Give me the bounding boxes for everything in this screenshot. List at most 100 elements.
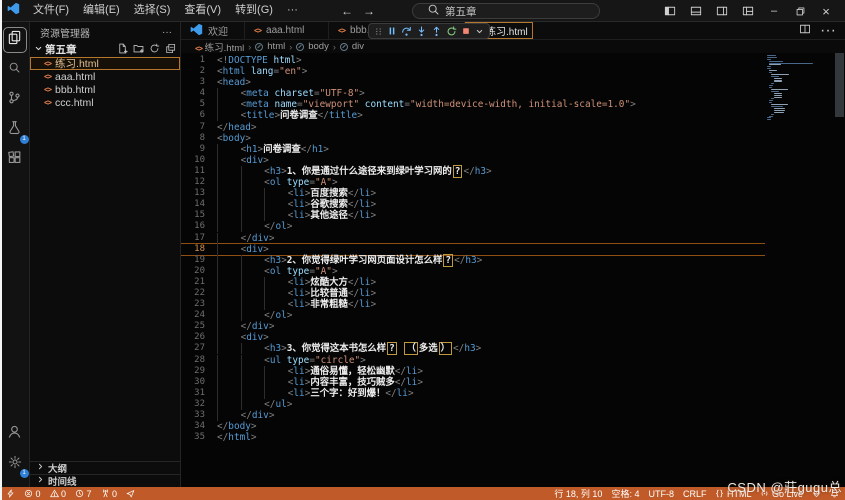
refresh-icon[interactable]	[149, 43, 160, 57]
status-left-6-send[interactable]	[126, 489, 135, 498]
code-line-18[interactable]: 18 <div>	[181, 244, 765, 255]
command-center-search[interactable]: 第五章	[412, 3, 600, 19]
restore-icon[interactable]	[789, 1, 811, 21]
customize-layout-icon[interactable]	[737, 1, 759, 21]
run-debug-icon[interactable]: 1	[3, 117, 27, 143]
status-right-1[interactable]: 行 18, 列 10	[554, 487, 602, 500]
explorer-icon[interactable]	[3, 27, 27, 53]
code-line-23[interactable]: 23 <li>非常粗糙</li>	[181, 299, 765, 310]
toggle-secondary-sidebar-icon[interactable]	[711, 1, 733, 21]
minimap[interactable]	[767, 55, 833, 121]
menu-item-1[interactable]: 文件(F)	[26, 0, 76, 21]
account-icon[interactable]	[3, 421, 27, 447]
code-line-25[interactable]: 25 </div>	[181, 321, 765, 332]
minimize-icon[interactable]: –	[763, 1, 785, 21]
code-line-32[interactable]: 32 </ul>	[181, 399, 765, 410]
outline-panel-header[interactable]: 大纲	[30, 461, 180, 474]
file-item-3[interactable]: <>bbb.html	[30, 83, 180, 96]
new-folder-icon[interactable]	[133, 43, 144, 57]
code-line-2[interactable]: 2<html lang="en">	[181, 66, 765, 77]
menu-item-3[interactable]: 选择(S)	[127, 0, 178, 21]
code-line-10[interactable]: 10 <div>	[181, 155, 765, 166]
close-icon[interactable]: ×	[815, 1, 837, 21]
code-line-8[interactable]: 8<body>	[181, 133, 765, 144]
code-line-19[interactable]: 19 <h3>2、你觉得绿叶学习网页面设计怎么样?</h3>	[181, 255, 765, 266]
search-sidebar-icon[interactable]	[3, 57, 27, 83]
settings-gear-icon[interactable]: 1	[3, 451, 27, 477]
toggle-panel-icon[interactable]	[685, 1, 707, 21]
code-line-13[interactable]: 13 <li>百度搜索</li>	[181, 188, 765, 199]
tab-2[interactable]: <>aaa.html	[245, 22, 329, 39]
editor-more-actions-icon[interactable]: ···	[820, 22, 836, 40]
status-left-3-warning[interactable]: 0	[50, 489, 67, 499]
menu-item-5[interactable]: 转到(G)	[228, 0, 280, 21]
code-line-20[interactable]: 20 <ol type="A">	[181, 266, 765, 277]
status-left-4-clock[interactable]: 7	[75, 489, 92, 499]
toggle-sidebar-icon[interactable]	[659, 1, 681, 21]
code-line-5[interactable]: 5 <meta name="viewport" content="width=d…	[181, 99, 765, 110]
code-line-29[interactable]: 29 <li>通俗易懂，轻松幽默</li>	[181, 366, 765, 377]
menu-item-4[interactable]: 查看(V)	[177, 0, 228, 21]
code-editor[interactable]: 1<!DOCTYPE html>2<html lang="en">3<head>…	[181, 53, 845, 487]
file-item-1[interactable]: <>练习.html	[30, 57, 180, 70]
code-line-14[interactable]: 14 <li>谷歌搜索</li>	[181, 199, 765, 210]
stop-dropdown-icon[interactable]	[475, 27, 484, 36]
step-over-icon[interactable]	[401, 26, 412, 37]
status-left-5-tower[interactable]: 0	[101, 489, 118, 499]
code-line-4[interactable]: 4 <meta charset="UTF-8">	[181, 88, 765, 99]
step-out-icon[interactable]	[431, 26, 442, 37]
code-line-27[interactable]: 27 <h3>3、你觉得这本书怎么样? （多选）</h3>	[181, 343, 765, 354]
status-right-4[interactable]: CRLF	[683, 489, 707, 499]
code-line-12[interactable]: 12 <ol type="A">	[181, 177, 765, 188]
status-label: 行 18, 列 10	[554, 487, 602, 500]
code-line-11[interactable]: 11 <h3>1、你是通过什么途径来到绿叶学习网的?</h3>	[181, 166, 765, 177]
stop-icon[interactable]	[461, 26, 471, 36]
nav-forward-icon[interactable]: →	[363, 4, 375, 18]
tab-1[interactable]: 欢迎	[181, 22, 245, 39]
breadcrumb-item[interactable]: body	[308, 41, 329, 52]
explorer-more-actions-icon[interactable]: ···	[162, 27, 172, 38]
status-right-2[interactable]: 空格: 4	[611, 487, 639, 500]
restart-icon[interactable]	[446, 26, 457, 37]
new-file-icon[interactable]	[117, 43, 128, 57]
status-left-1-remote[interactable]	[6, 489, 15, 498]
code-line-28[interactable]: 28 <ul type="circle">	[181, 355, 765, 366]
file-item-4[interactable]: <>ccc.html	[30, 96, 180, 109]
scrollbar[interactable]	[834, 53, 845, 487]
breadcrumb-item[interactable]: html	[267, 41, 285, 52]
breadcrumb-file[interactable]: 练习.html	[205, 43, 245, 54]
file-item-2[interactable]: <>aaa.html	[30, 70, 180, 83]
step-into-icon[interactable]	[416, 26, 427, 37]
code-line-31[interactable]: 31 <li>三个字：好到爆！</li>	[181, 388, 765, 399]
code-line-3[interactable]: 3<head>	[181, 77, 765, 88]
code-line-9[interactable]: 9 <h1>问卷调查</h1>	[181, 144, 765, 155]
code-line-17[interactable]: 17 </div>	[181, 233, 765, 244]
code-line-33[interactable]: 33 </div>	[181, 410, 765, 421]
menu-item-2[interactable]: 编辑(E)	[76, 0, 127, 21]
code-line-21[interactable]: 21 <li>炫酷大方</li>	[181, 277, 765, 288]
breadcrumb-item[interactable]: div	[352, 41, 364, 52]
menu-item-6[interactable]: ···	[280, 0, 305, 21]
code-line-22[interactable]: 22 <li>比较普通</li>	[181, 288, 765, 299]
split-editor-icon[interactable]	[799, 22, 811, 40]
collapse-all-icon[interactable]	[165, 43, 176, 57]
code-line-34[interactable]: 34</body>	[181, 421, 765, 432]
drag-handle-icon[interactable]	[374, 26, 383, 37]
code-line-1[interactable]: 1<!DOCTYPE html>	[181, 55, 765, 66]
code-line-26[interactable]: 26 <div>	[181, 332, 765, 343]
timeline-panel-header[interactable]: 时间线	[30, 474, 180, 487]
source-control-icon[interactable]	[3, 87, 27, 113]
status-right-3[interactable]: UTF-8	[648, 489, 674, 499]
folder-section-header[interactable]: 第五章	[30, 42, 180, 57]
nav-back-icon[interactable]: ←	[341, 4, 353, 18]
pause-icon[interactable]	[387, 26, 397, 36]
code-line-7[interactable]: 7</head>	[181, 122, 765, 133]
code-line-24[interactable]: 24 </ol>	[181, 310, 765, 321]
code-line-16[interactable]: 16 </ol>	[181, 221, 765, 232]
code-line-35[interactable]: 35</html>	[181, 432, 765, 443]
extensions-icon[interactable]	[3, 147, 27, 173]
status-left-2-error[interactable]: 0	[24, 489, 41, 499]
code-line-30[interactable]: 30 <li>内容丰富，技巧贼多</li>	[181, 377, 765, 388]
code-line-15[interactable]: 15 <li>其他途径</li>	[181, 210, 765, 221]
code-line-6[interactable]: 6 <title>问卷调查</title>	[181, 110, 765, 121]
